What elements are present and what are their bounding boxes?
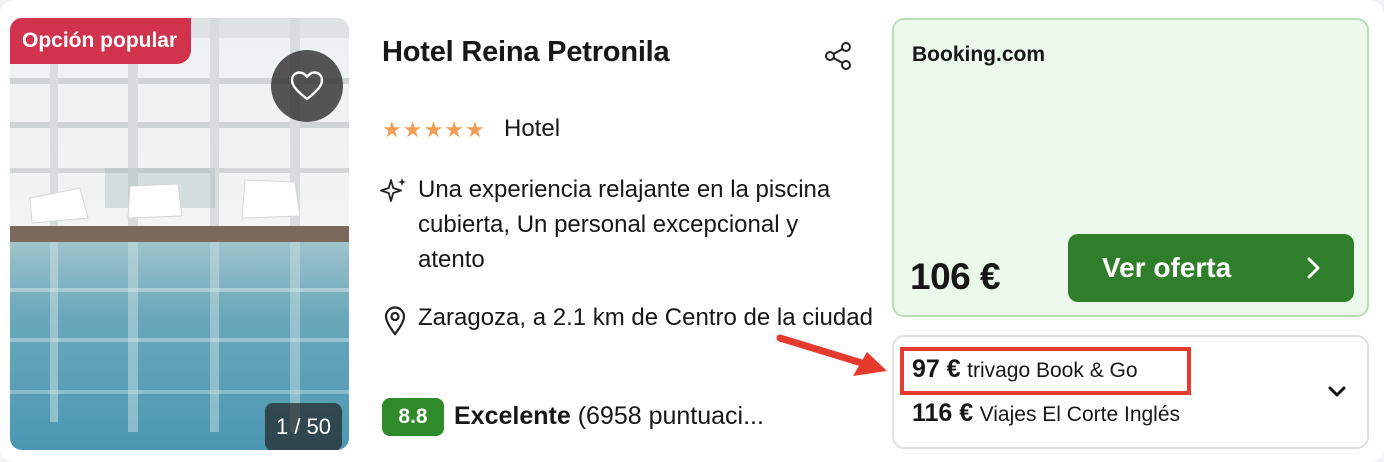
star-icon: ★ — [402, 117, 423, 142]
hotel-highlight: Una experiencia relajante en la piscina … — [418, 176, 831, 273]
featured-offer[interactable]: Booking.com 106 € Ver oferta — [892, 18, 1369, 317]
view-offer-label: Ver oferta — [1102, 252, 1232, 283]
rating-count: (6958 puntuaci... — [577, 402, 764, 430]
photo-counter: 1 / 50 — [265, 403, 342, 450]
alt-offer-provider: Viajes El Corte Inglés — [979, 403, 1181, 426]
favorite-button[interactable] — [271, 50, 343, 122]
accommodation-type: Hotel — [504, 115, 561, 142]
expand-offers-button[interactable] — [1322, 377, 1352, 407]
rating-score-badge[interactable]: 8.8 — [382, 398, 444, 436]
location-pin-icon — [384, 306, 406, 336]
hotel-photo[interactable]: Opción popular 1 / 50 — [10, 18, 349, 450]
star-icon: ★ — [444, 117, 464, 142]
star-icon: ★ — [464, 117, 485, 142]
rating-label: Excelente — [454, 402, 571, 430]
star-icon: ★ — [382, 117, 402, 142]
alt-offer-row[interactable]: 116 € Viajes El Corte Inglés — [912, 399, 1180, 428]
hotel-name[interactable]: Hotel Reina Petronila — [382, 36, 670, 69]
popular-badge: Opción popular — [10, 18, 192, 64]
sparkle-icon — [380, 178, 406, 202]
star-rating: ★ ★ ★ ★ ★ — [382, 117, 485, 143]
star-icon: ★ — [423, 117, 444, 142]
offer-provider: Booking.com — [912, 43, 1046, 66]
view-offer-button[interactable]: Ver oferta — [1068, 234, 1354, 302]
share-button[interactable] — [818, 36, 858, 76]
arrow-annotation — [776, 334, 887, 376]
chevron-down-icon — [1328, 386, 1346, 397]
hotel-card: Opción popular 1 / 50 Hotel Reina Petron… — [0, 0, 1384, 462]
share-icon — [825, 42, 851, 70]
heart-icon — [290, 71, 324, 101]
chevron-right-icon — [1307, 257, 1320, 279]
offer-price: 106 € — [910, 256, 1001, 297]
alt-offer-price: 116 € — [912, 399, 974, 427]
annotation-highlight-box — [900, 347, 1191, 395]
rating-summary[interactable]: Excelente (6958 puntuaci... — [454, 402, 764, 431]
